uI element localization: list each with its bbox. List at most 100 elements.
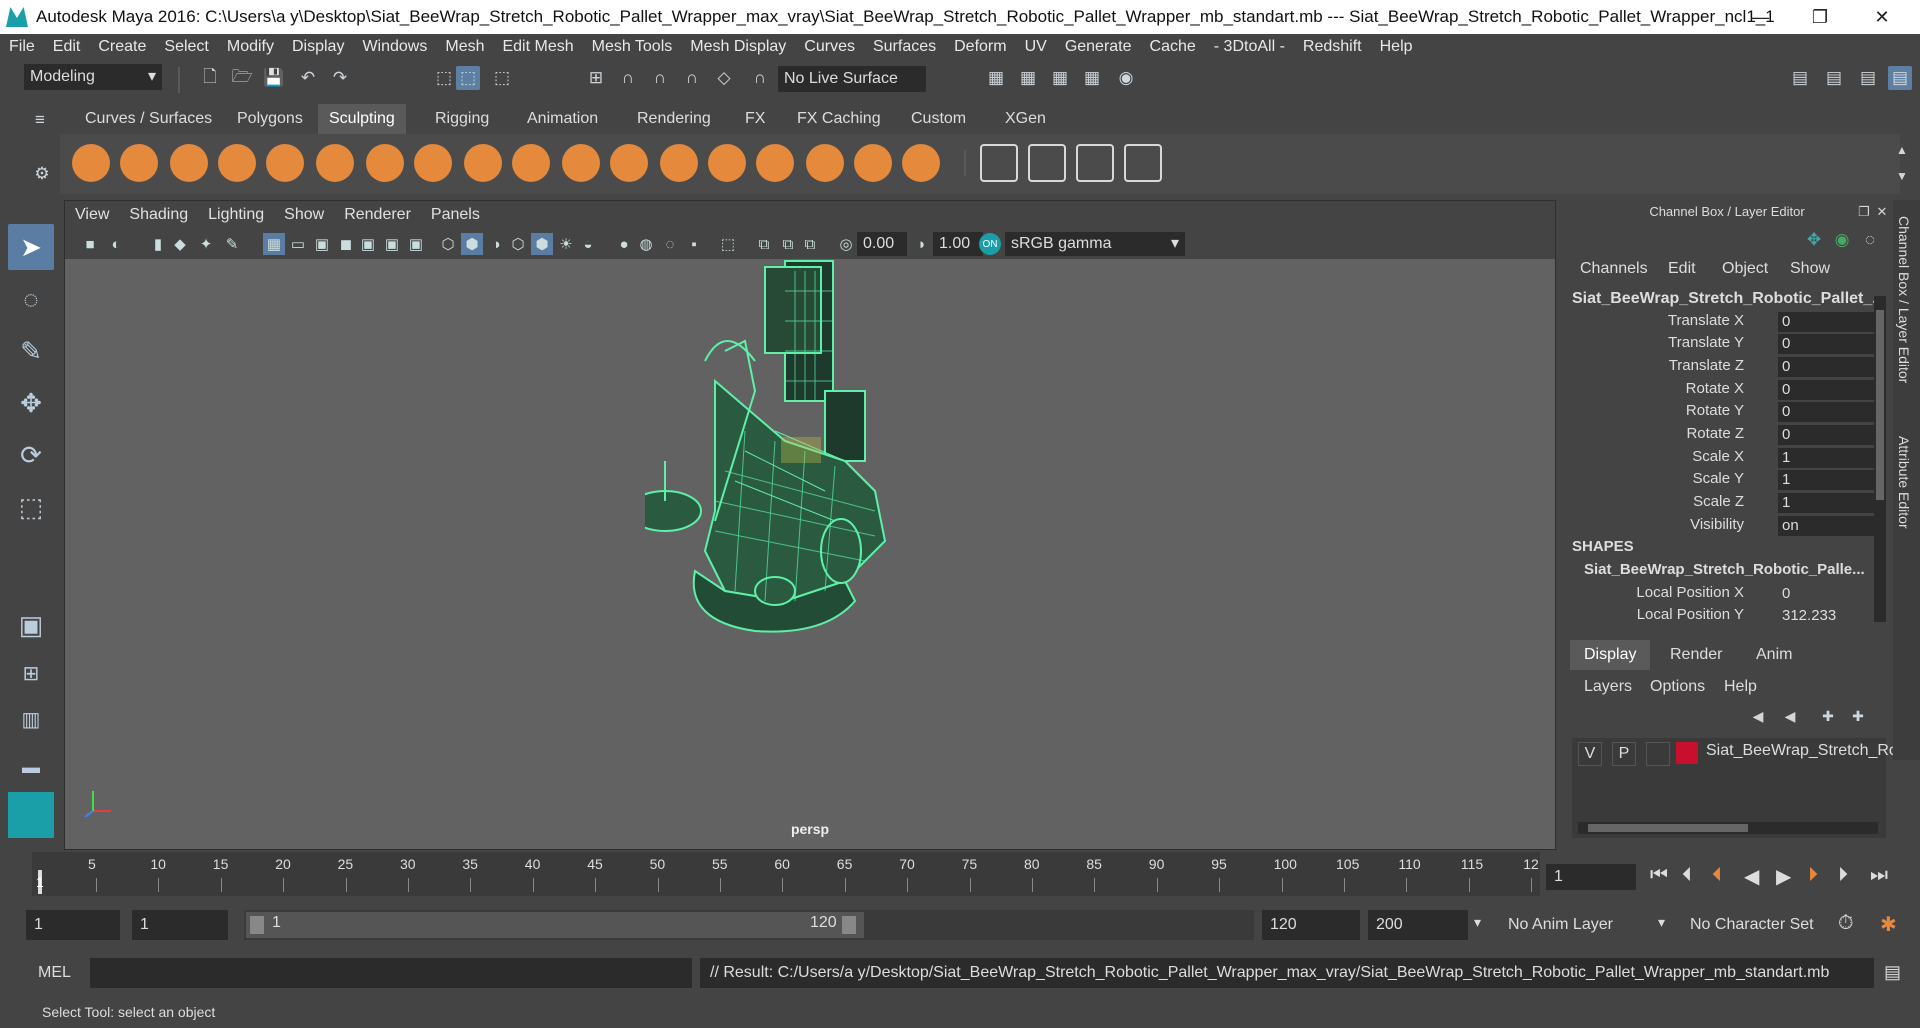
scale-tool-icon[interactable]: ⬚ — [8, 484, 54, 530]
chevron-down-icon[interactable]: ▾ — [1658, 914, 1665, 931]
wax-tool-icon[interactable] — [562, 144, 600, 182]
scene-start-field[interactable]: 1 — [26, 910, 120, 940]
safe-action-icon[interactable]: ▣ — [381, 233, 403, 255]
play-forwards-icon[interactable]: ▶ — [1776, 864, 1791, 889]
pallet-wrapper-wireframe-model[interactable] — [645, 251, 965, 641]
viewport-menu-panels[interactable]: Panels — [421, 201, 490, 229]
menu-help[interactable]: Help — [1371, 34, 1422, 60]
spray-tool-icon[interactable] — [414, 144, 452, 182]
tab-fx[interactable]: FX — [734, 104, 776, 134]
playback-end-field[interactable]: 120 — [1262, 910, 1360, 940]
close-panel-icon[interactable]: ✕ — [1870, 200, 1894, 224]
playback-start-field[interactable]: 1 — [132, 910, 228, 940]
layer-menu-options[interactable]: Options — [1650, 678, 1705, 696]
tab-channel-box-layer-editor[interactable]: Channel Box / Layer Editor — [1896, 216, 1912, 383]
paint-select-tool-icon[interactable]: ✎ — [8, 328, 54, 374]
channel-box-menu-edit[interactable]: Edit — [1668, 260, 1696, 278]
mask-icon[interactable] — [1028, 144, 1066, 182]
open-scene-icon[interactable]: 🗁 — [230, 66, 254, 90]
camera-select-icon[interactable]: ■ — [79, 233, 101, 255]
menu-3dtoall[interactable]: - 3DtoAll - — [1205, 34, 1294, 60]
restore-button[interactable]: ❐ — [1790, 0, 1850, 34]
camera-attributes-icon[interactable]: ◐ — [105, 233, 127, 255]
tab-rigging[interactable]: Rigging — [424, 104, 500, 134]
channel-field[interactable]: 1 — [1778, 493, 1874, 513]
texture-deformer-icon[interactable] — [1124, 144, 1162, 182]
layer-row[interactable]: V P Siat_BeeWrap_Stretch_Ro — [1572, 740, 1898, 766]
layer-list-scrollbar[interactable] — [1578, 822, 1878, 834]
channel-box-icon[interactable]: ▤ — [1888, 66, 1912, 90]
menu-display[interactable]: Display — [283, 34, 353, 60]
menu-cache[interactable]: Cache — [1141, 34, 1205, 60]
smooth-shading-icon[interactable]: ⬢ — [461, 233, 483, 255]
current-frame-field[interactable]: 1 — [1546, 864, 1636, 890]
channel-field[interactable]: 0 — [1778, 584, 1874, 604]
grid-view-icon[interactable]: ✦ — [195, 233, 217, 255]
channel-field[interactable]: 0 — [1778, 380, 1874, 400]
channel-field[interactable]: 0 — [1778, 357, 1874, 377]
snap-view-icon[interactable]: ∩ — [680, 66, 704, 90]
timeline-ruler[interactable]: 1 5 10 15 20 25 30 35 40 45 50 55 60 65 70 75 80 85 90 95 1… — [32, 852, 1540, 896]
flatten-tool-icon[interactable] — [316, 144, 354, 182]
use-default-material-icon[interactable]: ◑ — [485, 233, 507, 255]
foamy-tool-icon[interactable] — [366, 144, 404, 182]
resolution-gate-icon[interactable]: ▣ — [311, 233, 333, 255]
viewport-menu-view[interactable]: View — [65, 201, 119, 229]
script-editor-icon[interactable]: ▤ — [1884, 962, 1901, 983]
all-lights-icon[interactable]: ☀ — [555, 233, 577, 255]
menu-windows[interactable]: Windows — [353, 34, 436, 60]
range-end-handle[interactable] — [842, 916, 856, 934]
sculpt-tool-icon[interactable] — [72, 144, 110, 182]
knife-tool-icon[interactable] — [708, 144, 746, 182]
tab-sculpting[interactable]: Sculpting — [318, 104, 406, 134]
step-forward-frame-icon[interactable]: ⏵ — [1838, 864, 1848, 887]
menu-generate[interactable]: Generate — [1056, 34, 1141, 60]
gate-mask-icon[interactable]: ◼ — [335, 233, 357, 255]
grab-tool-icon[interactable] — [218, 144, 256, 182]
shelf-menu-icon[interactable]: ≡ — [28, 108, 52, 132]
viewport-menu-shading[interactable]: Shading — [119, 201, 198, 229]
tab-attribute-editor[interactable]: Attribute Editor — [1896, 436, 1912, 529]
rotate-tool-icon[interactable]: ⟳ — [8, 432, 54, 478]
new-layer-selected-icon[interactable]: ✚ — [1846, 704, 1870, 728]
command-input[interactable] — [90, 958, 692, 988]
ipr-render-icon[interactable]: ▦ — [1048, 66, 1072, 90]
wireframe-on-shaded-icon[interactable]: ⬡ — [507, 233, 529, 255]
channel-box-menu-channels[interactable]: Channels — [1580, 260, 1648, 278]
tab-render[interactable]: Render — [1656, 640, 1736, 670]
lasso-tool-icon[interactable]: ◌ — [8, 276, 54, 322]
time-slider[interactable]: 1 5 10 15 20 25 30 35 40 45 50 55 60 65 70 75 80 85 90 95 1… — [20, 852, 1540, 896]
move-layer-up-icon[interactable]: ◀ — [1746, 704, 1770, 728]
viewport-menu-lighting[interactable]: Lighting — [198, 201, 274, 229]
layer-playback-toggle[interactable]: P — [1612, 742, 1636, 766]
auto-key-icon[interactable]: ⏱ — [1838, 912, 1854, 935]
smooth-tool-icon[interactable] — [120, 144, 158, 182]
render-sequence-icon[interactable]: ▦ — [1016, 66, 1040, 90]
smear-tool-icon[interactable] — [756, 144, 794, 182]
menu-surfaces[interactable]: Surfaces — [864, 34, 945, 60]
channel-field[interactable]: 1 — [1778, 470, 1874, 490]
film-gate-icon[interactable]: ▭ — [287, 233, 309, 255]
outliner-layout-icon[interactable]: ▥ — [8, 696, 54, 742]
channel-box-menu-object[interactable]: Object — [1722, 260, 1768, 278]
snap-grid-icon[interactable]: ⊞ — [584, 66, 608, 90]
layer-display-type-toggle[interactable] — [1646, 742, 1670, 766]
grease-pencil-icon[interactable]: ✎ — [221, 233, 243, 255]
new-scene-icon[interactable]: 🗋 — [198, 66, 222, 90]
animation-prefs-icon[interactable]: ✱ — [1880, 912, 1897, 937]
attribute-editor-icon[interactable]: ▤ — [1822, 66, 1846, 90]
textured-icon[interactable]: ⬢ — [531, 233, 553, 255]
maya-home-icon[interactable] — [8, 792, 54, 838]
channel-field[interactable]: 0 — [1778, 425, 1874, 445]
tab-curves-surfaces[interactable]: Curves / Surfaces — [74, 104, 223, 134]
layer-menu-help[interactable]: Help — [1724, 678, 1757, 696]
play-backwards-icon[interactable]: ◀ — [1744, 864, 1759, 889]
speed-icon[interactable]: ◉ — [1830, 228, 1854, 252]
go-to-end-icon[interactable]: ⏭ — [1870, 864, 1888, 887]
freeze-tool-icon[interactable] — [902, 144, 940, 182]
hypershade-icon[interactable]: ◉ — [1114, 66, 1138, 90]
layer-color-swatch[interactable] — [1676, 742, 1698, 764]
mode-dropdown[interactable]: Modeling ▾ — [24, 64, 162, 90]
sculpt-object-icon[interactable] — [1076, 144, 1114, 182]
tab-fx-caching[interactable]: FX Caching — [786, 104, 892, 134]
